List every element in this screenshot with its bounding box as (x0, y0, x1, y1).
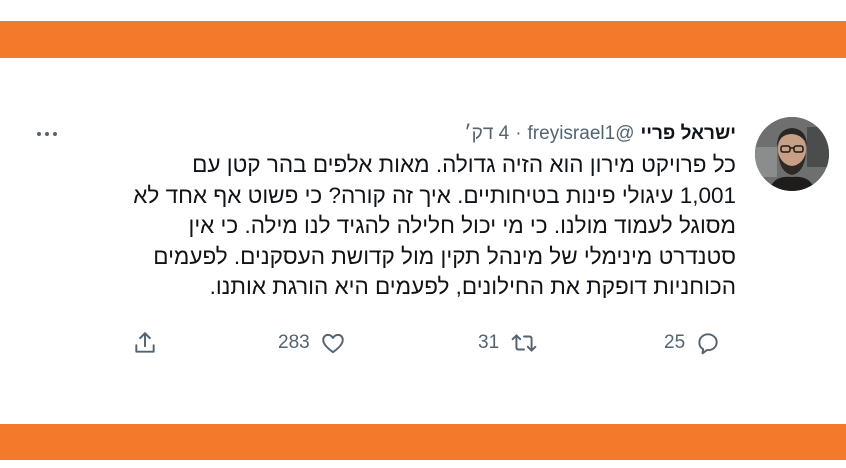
like-icon (320, 330, 346, 356)
header-separator: · (515, 123, 522, 144)
more-horizontal-icon[interactable] (30, 125, 64, 143)
share-icon (132, 330, 158, 356)
tweet-timestamp[interactable]: 4 דק׳ (464, 123, 509, 145)
tweet-actions: 25 31 283 (0, 327, 846, 359)
share-button[interactable] (132, 327, 158, 359)
retweet-icon (509, 330, 539, 356)
retweet-button[interactable]: 31 (478, 327, 539, 359)
author-handle[interactable]: @freyisrael1 (528, 123, 635, 145)
like-button[interactable]: 283 (278, 327, 346, 359)
reply-count: 25 (664, 332, 686, 353)
retweet-count: 31 (478, 332, 500, 353)
top-orange-band (0, 21, 846, 58)
like-count: 283 (278, 332, 310, 353)
bottom-orange-band (0, 424, 846, 460)
tweet-text: כל פרויקט מירון הוא הזיה גדולה. מאות אלפ… (133, 152, 736, 299)
avatar[interactable] (755, 117, 829, 191)
tweet-header: ישראל פריי @freyisrael1 · 4 דק׳ (464, 121, 736, 147)
author-name[interactable]: ישראל פריי (640, 123, 736, 145)
reply-button[interactable]: 25 (664, 327, 721, 359)
reply-icon (695, 330, 721, 356)
